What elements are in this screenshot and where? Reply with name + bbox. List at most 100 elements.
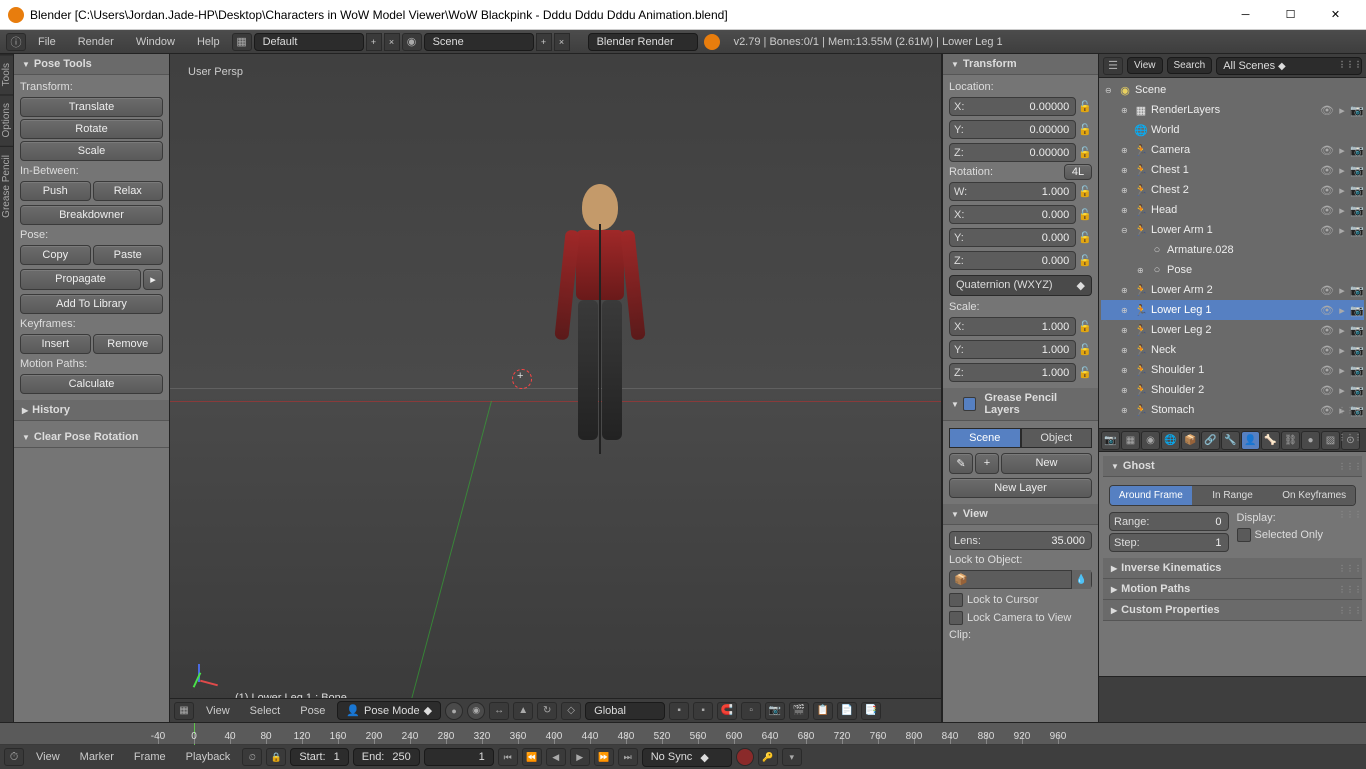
- manipulator-icon[interactable]: ↔: [489, 702, 509, 720]
- outliner-tree[interactable]: ⊖◉Scene⊕▦RenderLayers👁▸📷🌐World⊕🏃Camera👁▸…: [1099, 78, 1366, 428]
- outliner-row[interactable]: ⊕🏃Lower Leg 2👁▸📷: [1101, 320, 1364, 340]
- history-header[interactable]: ▶History⋮⋮⋮: [14, 400, 169, 421]
- outliner-view-menu[interactable]: View: [1127, 57, 1163, 74]
- 3d-viewport[interactable]: User Persp (1) Lower Leg 1 : Bone ▦ View…: [170, 54, 942, 722]
- paste-pose-button[interactable]: Paste: [93, 245, 164, 265]
- pencil-icon[interactable]: ✎: [949, 453, 973, 474]
- lock-icon[interactable]: 🔓: [1078, 123, 1092, 136]
- prop-layers-icon[interactable]: ▦: [1121, 431, 1140, 450]
- editor-type-icon[interactable]: ⓘ: [6, 33, 26, 51]
- orientation-selector[interactable]: Global: [585, 702, 665, 720]
- lock-cursor-checkbox[interactable]: [949, 593, 963, 607]
- outliner-editor-icon[interactable]: ☰: [1103, 57, 1123, 75]
- pose-tools-header[interactable]: ▼Pose Tools⋮⋮⋮: [14, 54, 169, 75]
- outliner-row[interactable]: ○Armature.028: [1101, 240, 1364, 260]
- lock-icon[interactable]: 🔓: [1078, 185, 1092, 198]
- propagate-button[interactable]: Propagate: [20, 269, 141, 290]
- add-to-library-button[interactable]: Add To Library: [20, 294, 163, 314]
- breakdowner-button[interactable]: Breakdowner: [20, 205, 163, 225]
- pose-menu[interactable]: Pose: [292, 703, 333, 719]
- delete-screen-button[interactable]: ×: [384, 33, 400, 51]
- range-toggle-icon[interactable]: ⏲: [242, 748, 262, 766]
- render-preview-icon[interactable]: 📷: [765, 702, 785, 720]
- lock-icon[interactable]: 🔓: [1078, 208, 1092, 221]
- rot-w-field[interactable]: W:1.000: [949, 182, 1076, 201]
- translate-button[interactable]: Translate: [20, 97, 163, 117]
- prop-render-icon[interactable]: 📷: [1101, 431, 1120, 450]
- viewport-shading-button[interactable]: ●: [445, 702, 463, 720]
- outliner-row[interactable]: ⊕🏃Shoulder 2👁▸📷: [1101, 380, 1364, 400]
- outliner-row[interactable]: ⊕🏃Head👁▸📷: [1101, 200, 1364, 220]
- prop-data-icon[interactable]: 👤: [1241, 431, 1260, 450]
- render-engine-field[interactable]: Blender Render: [588, 33, 698, 51]
- lock-icon[interactable]: 🔓: [1078, 343, 1092, 356]
- manipulator-scale-icon[interactable]: ◇: [561, 702, 581, 720]
- rot-z-field[interactable]: Z:0.000: [949, 251, 1076, 270]
- prop-constraint-icon[interactable]: 🔗: [1201, 431, 1220, 450]
- operator-header[interactable]: ▼Clear Pose Rotation⋮⋮⋮: [14, 427, 169, 448]
- scale-button[interactable]: Scale: [20, 141, 163, 161]
- loc-z-field[interactable]: Z:0.00000: [949, 143, 1076, 162]
- outliner-row[interactable]: ⊖◉Scene: [1101, 80, 1364, 100]
- sync-mode-selector[interactable]: No Sync ◆: [642, 748, 732, 767]
- timeline-editor-icon[interactable]: ⏱: [4, 748, 24, 766]
- outliner-row[interactable]: ⊕🏃Neck👁▸📷: [1101, 340, 1364, 360]
- snap-icon[interactable]: 🧲: [717, 702, 737, 720]
- timeline-view-menu[interactable]: View: [28, 749, 68, 765]
- keyframe-prev-button[interactable]: ⏪: [522, 748, 542, 766]
- view-panel-header[interactable]: ▼View⋮⋮⋮: [943, 504, 1098, 525]
- screen-layout-field[interactable]: Default: [254, 33, 364, 51]
- menu-render[interactable]: Render: [68, 33, 124, 51]
- customprops-header[interactable]: ▶Custom Properties⋮⋮⋮: [1103, 600, 1362, 621]
- step-field[interactable]: Step:1: [1109, 533, 1229, 552]
- prop-modifier-icon[interactable]: 🔧: [1221, 431, 1240, 450]
- layers-btn-2[interactable]: ▪: [693, 702, 713, 720]
- render-anim-icon[interactable]: 🎬: [789, 702, 809, 720]
- lock-icon[interactable]: 🔓: [1078, 146, 1092, 159]
- prop-object-icon[interactable]: 📦: [1181, 431, 1200, 450]
- prop-material-icon[interactable]: ●: [1301, 431, 1320, 450]
- prop-boneconstraint-icon[interactable]: ⛓: [1281, 431, 1300, 450]
- manipulator-translate-icon[interactable]: ▲: [513, 702, 533, 720]
- scene-browse-icon[interactable]: ◉: [402, 33, 422, 51]
- insert-keyframe-button[interactable]: Insert: [20, 334, 91, 354]
- outliner-row[interactable]: ⊕🏃Lower Arm 2👁▸📷: [1101, 280, 1364, 300]
- prop-world-icon[interactable]: 🌐: [1161, 431, 1180, 450]
- current-frame-field[interactable]: 1: [424, 748, 494, 766]
- editor-type-3dview-icon[interactable]: ▦: [174, 702, 194, 720]
- relax-button[interactable]: Relax: [93, 181, 164, 201]
- manipulator-rotate-icon[interactable]: ↻: [537, 702, 557, 720]
- paste-pose-icon[interactable]: 📄: [837, 702, 857, 720]
- add-screen-button[interactable]: +: [366, 33, 382, 51]
- menu-file[interactable]: File: [28, 33, 66, 51]
- play-button[interactable]: ▶: [570, 748, 590, 766]
- lock-object-field[interactable]: 📦💧: [949, 570, 1092, 589]
- play-reverse-button[interactable]: ◀: [546, 748, 566, 766]
- loc-x-field[interactable]: X:0.00000: [949, 97, 1076, 116]
- timeline-marker-menu[interactable]: Marker: [72, 749, 122, 765]
- rot-x-field[interactable]: X:0.000: [949, 205, 1076, 224]
- gpl-tabs[interactable]: SceneObject: [949, 428, 1092, 448]
- prop-scene-icon[interactable]: ◉: [1141, 431, 1160, 450]
- motionpaths-header[interactable]: ▶Motion Paths⋮⋮⋮: [1103, 579, 1362, 600]
- outliner-row[interactable]: ⊕▦RenderLayers👁▸📷: [1101, 100, 1364, 120]
- new-gp-button[interactable]: New: [1001, 453, 1092, 474]
- propagate-menu-button[interactable]: ▸: [143, 269, 163, 290]
- delete-scene-button[interactable]: ×: [554, 33, 570, 51]
- loc-y-field[interactable]: Y:0.00000: [949, 120, 1076, 139]
- ghost-header[interactable]: ▼Ghost⋮⋮⋮: [1103, 456, 1362, 477]
- end-frame-field[interactable]: End:250: [353, 748, 420, 766]
- new-layer-button[interactable]: New Layer: [949, 478, 1092, 498]
- outliner-row[interactable]: 🌐World: [1101, 120, 1364, 140]
- calculate-button[interactable]: Calculate: [20, 374, 163, 394]
- pivot-button[interactable]: ◉: [467, 702, 485, 720]
- outliner-row[interactable]: ⊕○Pose: [1101, 260, 1364, 280]
- gpl-header[interactable]: ▼Grease Pencil Layers: [943, 388, 1098, 421]
- timeline-playback-menu[interactable]: Playback: [178, 749, 239, 765]
- rotate-button[interactable]: Rotate: [20, 119, 163, 139]
- screen-browse-icon[interactable]: ▦: [232, 33, 252, 51]
- rot-4l-button[interactable]: 4L: [1064, 164, 1092, 180]
- keying-dropdown-icon[interactable]: ▾: [782, 748, 802, 766]
- menu-help[interactable]: Help: [187, 33, 230, 51]
- outliner-search-menu[interactable]: Search: [1167, 57, 1213, 74]
